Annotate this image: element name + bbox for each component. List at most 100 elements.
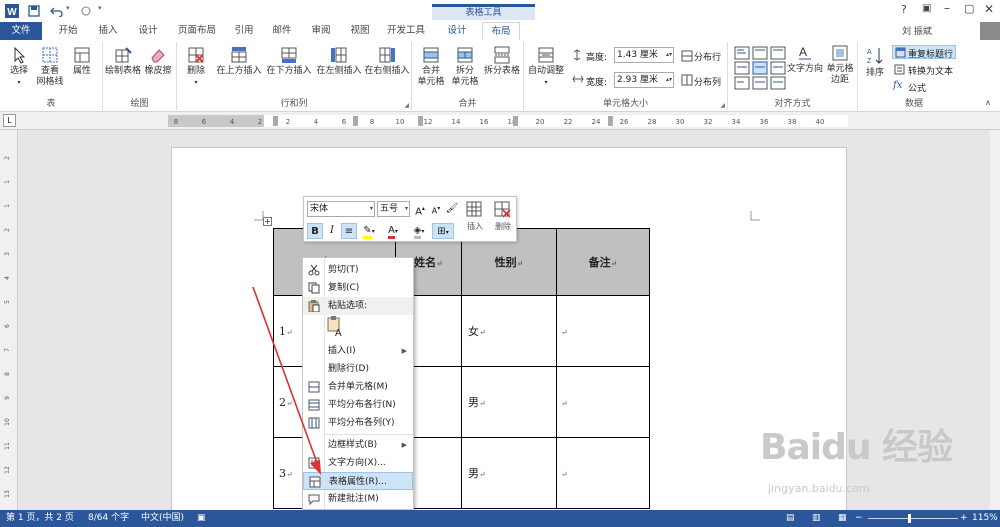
insert-right-button[interactable]: 在右侧插入 bbox=[363, 46, 411, 77]
vertical-scrollbar[interactable] bbox=[990, 130, 1000, 510]
menu-item-cut[interactable]: 剪切(T) bbox=[303, 261, 413, 279]
italic-icon[interactable]: I bbox=[324, 223, 340, 239]
properties-button[interactable]: 属性 bbox=[66, 46, 98, 77]
sort-icon: AZ bbox=[867, 48, 883, 65]
maximize-icon[interactable]: ▢ bbox=[964, 2, 974, 15]
ruler-column-marker bbox=[608, 116, 613, 126]
tab-page-layout[interactable]: 页面布局 bbox=[168, 22, 226, 40]
format-painter-icon[interactable]: 🖌 bbox=[444, 201, 460, 217]
split-table-button[interactable]: 拆分表格 bbox=[482, 46, 522, 77]
font-color-icon[interactable]: A▾ bbox=[382, 223, 404, 239]
eraser-button[interactable]: 橡皮擦 bbox=[141, 46, 175, 77]
tab-file[interactable]: 文件 bbox=[0, 22, 42, 40]
insert-below-button[interactable]: 在下方插入 bbox=[264, 46, 314, 77]
table-cell[interactable]: ↵ bbox=[556, 295, 650, 367]
tab-review[interactable]: 审阅 bbox=[302, 22, 340, 40]
align-buttons-icon[interactable] bbox=[734, 46, 788, 92]
shading-icon[interactable]: ◈▾ bbox=[408, 223, 430, 239]
tab-selector[interactable]: L bbox=[3, 114, 16, 127]
ribbon: 选择 ▾ 查看 网格线 属性 表 绘制表格 橡皮擦 绘图 删除 ▾ 在上方插入 在下… bbox=[0, 40, 1000, 112]
grow-font-icon[interactable]: A▴ bbox=[412, 201, 428, 217]
dialog-launcher-icon[interactable]: ◢ bbox=[404, 102, 409, 109]
status-bar: 第 1 页，共 2 页 8/64 个字 中文(中国) ▣ ▤ ▥ ▦ − + 1… bbox=[0, 510, 1000, 527]
user-name[interactable]: 刘 振斌 bbox=[902, 24, 932, 37]
vruler-tick-label: 13 bbox=[4, 490, 11, 498]
zoom-slider-thumb[interactable] bbox=[908, 514, 911, 523]
shrink-font-icon[interactable]: A▾ bbox=[428, 201, 444, 217]
language-status[interactable]: 中文(中国) bbox=[141, 510, 184, 527]
split-cells-button[interactable]: 拆分 单元格 bbox=[448, 46, 482, 88]
help-icon[interactable]: ? bbox=[901, 3, 907, 16]
word-count[interactable]: 8/64 个字 bbox=[88, 510, 129, 527]
zoom-out-icon[interactable]: − bbox=[855, 510, 863, 527]
draw-table-button[interactable]: 绘制表格 bbox=[105, 46, 141, 77]
web-layout-icon[interactable]: ▦ bbox=[838, 510, 847, 527]
select-button[interactable]: 选择 ▾ bbox=[3, 46, 35, 88]
sort-button[interactable]: A Z 排序 bbox=[860, 46, 890, 79]
tab-design[interactable]: 设计 bbox=[128, 22, 168, 40]
text-direction-button[interactable]: A 文字方向 bbox=[786, 44, 824, 75]
tab-references[interactable]: 引用 bbox=[226, 22, 262, 40]
mini-insert-button[interactable]: 插入 bbox=[462, 200, 488, 240]
vertical-ruler[interactable]: 211234567891011121314 bbox=[0, 130, 18, 522]
repeat-header-row-button[interactable]: 重复标题行 bbox=[892, 45, 956, 60]
borders-icon[interactable]: ⊞▾ bbox=[432, 223, 454, 239]
cell-margins-button[interactable]: 单元格 边距 bbox=[822, 44, 858, 86]
horizontal-ruler[interactable]: 8 6 4 2 2 4 6 8 10 12 14 16 18 20 22 24 26 28 30 32 34 36 38 40 bbox=[168, 115, 848, 127]
insert-left-button[interactable]: 在左侧插入 bbox=[314, 46, 364, 77]
table-cell[interactable]: 男↵ bbox=[461, 366, 557, 438]
font-size-combo[interactable]: 五号 ▾ bbox=[377, 201, 410, 217]
formula-button[interactable]: 公式 bbox=[908, 81, 926, 94]
tab-developer[interactable]: 开发工具 bbox=[380, 22, 432, 40]
zoom-in-icon[interactable]: + bbox=[960, 510, 968, 527]
center-align-icon[interactable]: ≡ bbox=[341, 223, 357, 239]
zoom-level[interactable]: 115% bbox=[972, 510, 998, 527]
distribute-rows-button[interactable]: 分布行 bbox=[694, 50, 721, 63]
tab-view[interactable]: 视图 bbox=[340, 22, 380, 40]
table-cell[interactable]: 男↵ bbox=[461, 437, 557, 509]
ruler-column-marker bbox=[273, 116, 278, 126]
group-label-draw: 绘图 bbox=[130, 99, 149, 109]
minimize-icon[interactable]: – bbox=[944, 1, 950, 15]
tab-mailings[interactable]: 邮件 bbox=[262, 22, 302, 40]
collapse-ribbon-icon[interactable]: ∧ bbox=[985, 98, 991, 107]
table-cell[interactable]: ↵ bbox=[556, 437, 650, 509]
convert-to-text-button[interactable]: 转换为文本 bbox=[908, 64, 953, 77]
table-move-handle[interactable]: + bbox=[263, 217, 272, 226]
menu-item-new-comment[interactable]: 新建批注(M) bbox=[303, 490, 413, 508]
close-icon[interactable]: ✕ bbox=[984, 2, 994, 16]
column-width-input[interactable]: 2.93 厘米 ▴▾ bbox=[614, 72, 674, 88]
view-gridlines-button[interactable]: 查看 网格线 bbox=[34, 46, 66, 88]
tab-table-layout[interactable]: 布局 bbox=[482, 22, 520, 40]
comment-icon bbox=[308, 494, 320, 505]
row-height-input[interactable]: 1.43 厘米 ▴▾ bbox=[614, 47, 674, 63]
highlight-color-icon[interactable]: ✎▾ bbox=[358, 223, 380, 239]
table-cell[interactable]: ↵ bbox=[556, 366, 650, 438]
page-count[interactable]: 第 1 页，共 2 页 bbox=[6, 510, 74, 527]
insert-above-button[interactable]: 在上方插入 bbox=[214, 46, 264, 77]
distribute-columns-button[interactable]: 分布列 bbox=[694, 75, 721, 88]
merge-cells-button[interactable]: 合并 单元格 bbox=[414, 46, 448, 88]
autofit-button[interactable]: 自动调整 ▾ bbox=[526, 46, 566, 88]
avatar[interactable] bbox=[980, 22, 1000, 40]
vruler-tick-label: 1 bbox=[4, 204, 11, 208]
ribbon-display-icon[interactable]: ▣ bbox=[922, 3, 931, 14]
table-cell[interactable]: 女↵ bbox=[461, 295, 557, 367]
mini-delete-button[interactable]: 删除 bbox=[490, 200, 516, 240]
tab-home[interactable]: 开始 bbox=[48, 22, 88, 40]
zoom-slider[interactable] bbox=[868, 518, 958, 519]
tab-table-design[interactable]: 设计 bbox=[432, 22, 482, 40]
ruler-tick-label: 8 bbox=[174, 118, 178, 126]
print-layout-icon[interactable]: ▥ bbox=[812, 510, 821, 527]
group-label-rows-columns: 行和列 bbox=[280, 99, 308, 109]
read-mode-icon[interactable]: ▤ bbox=[786, 510, 795, 527]
menu-separator bbox=[325, 434, 413, 435]
macro-record-icon[interactable]: ▣ bbox=[197, 510, 206, 527]
insert-below-icon bbox=[281, 47, 297, 63]
font-name-combo[interactable]: 宋体 ▾ bbox=[307, 201, 375, 217]
cell-size-launcher-icon[interactable]: ◢ bbox=[720, 102, 725, 109]
bold-icon[interactable]: B bbox=[307, 223, 323, 239]
header-cell[interactable]: 备注↵ bbox=[556, 228, 650, 296]
tab-insert[interactable]: 插入 bbox=[88, 22, 128, 40]
delete-button[interactable]: 删除 ▾ bbox=[180, 46, 212, 88]
